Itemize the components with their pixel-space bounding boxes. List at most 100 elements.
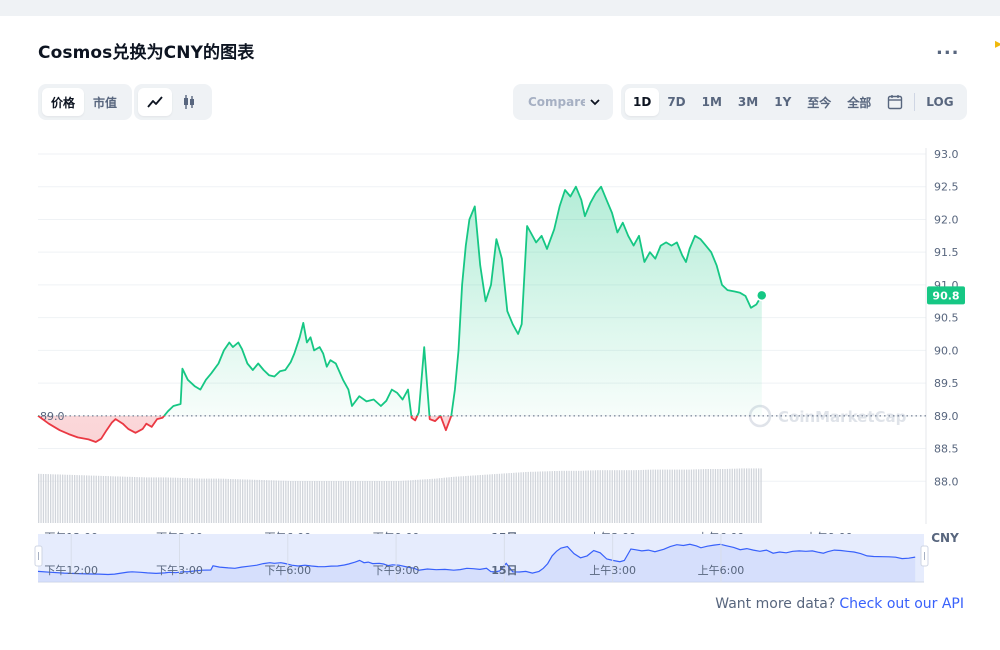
volume-bar [393, 481, 395, 523]
volume-bar [462, 476, 465, 523]
volume-bar [249, 479, 251, 523]
volume-bar [213, 478, 215, 523]
volume-bar [64, 474, 66, 523]
y-tick-label: 92.0 [934, 213, 959, 226]
volume-bar [551, 471, 553, 523]
page-title: Cosmos兑换为CNY的图表 [38, 43, 255, 63]
line-chart-icon [147, 96, 163, 108]
volume-bar [695, 469, 697, 523]
volume-bar [513, 472, 515, 523]
volume-bar [47, 474, 49, 523]
range-all[interactable]: 全部 [839, 88, 879, 116]
volume-bar [736, 468, 738, 523]
volume-bar [378, 481, 381, 523]
range-navigator[interactable]: 下午12:00 下午3:00 下午6:00 下午9:00 15日 上午3:00 上午6:00 [0, 532, 1000, 586]
volume-bar [174, 477, 177, 523]
volume-bar [522, 472, 525, 523]
volume-bar [354, 481, 357, 523]
volume-bar [621, 470, 623, 523]
range-ytd[interactable]: 至今 [799, 88, 839, 116]
volume-bar [458, 476, 460, 523]
volume-bar [657, 469, 659, 523]
range-1d[interactable]: 1D [625, 88, 660, 116]
current-price-dot [756, 289, 768, 302]
volume-bar [242, 479, 244, 523]
volume-bar [546, 471, 549, 523]
volume-bar [244, 479, 246, 523]
volume-bar [208, 478, 210, 523]
volume-bar [117, 476, 119, 523]
volume-bar [482, 474, 484, 523]
volume-bar [438, 478, 441, 523]
volume-bar [266, 480, 268, 523]
volume-bar [107, 476, 109, 523]
chevron-down-icon [590, 99, 600, 106]
volume-bar [172, 477, 174, 523]
volume-bar [52, 474, 54, 523]
volume-bar [573, 470, 575, 523]
volume-bar [510, 473, 513, 523]
volume-bar [525, 472, 527, 523]
y-tick-label: 90.0 [934, 344, 959, 357]
volume-bar [407, 480, 409, 523]
y-tick-label: 88.5 [934, 443, 959, 456]
y-tick-label: 92.5 [934, 181, 959, 194]
range-7d[interactable]: 7D [659, 88, 693, 116]
price-chart[interactable]: 93.092.592.091.591.090.590.089.589.088.5… [0, 134, 1000, 552]
volume-bar [90, 475, 93, 523]
volume-bar [638, 470, 640, 523]
volume-bar [441, 478, 443, 523]
volume-bar [705, 469, 707, 523]
tab-price[interactable]: 价格 [42, 88, 85, 116]
volume-bar [460, 476, 462, 523]
volume-bar [134, 477, 136, 523]
log-scale-toggle[interactable]: LOG [918, 88, 961, 116]
volume-bar [258, 479, 261, 523]
candlestick-button[interactable] [172, 88, 206, 116]
volume-bar [88, 475, 90, 523]
volume-bar [520, 472, 522, 523]
volume-bar [479, 475, 481, 523]
range-3m[interactable]: 3M [730, 88, 766, 116]
volume-bar [345, 481, 347, 523]
volume-bar [501, 473, 503, 523]
volume-bar [50, 474, 52, 523]
compare-dropdown[interactable]: Compare with [513, 84, 613, 120]
volume-bar [477, 475, 479, 523]
range-1m[interactable]: 1M [694, 88, 730, 116]
volume-bar [554, 471, 556, 523]
volume-bar [611, 470, 613, 523]
volume-bar [395, 481, 397, 523]
more-options-button[interactable]: ... [936, 38, 960, 59]
line-chart-button[interactable] [138, 88, 172, 116]
volume-bar [422, 479, 424, 523]
volume-bar [542, 471, 544, 523]
area-fill-up [38, 186, 762, 416]
api-promo-text: Want more data? [715, 596, 836, 612]
volume-bar [42, 474, 45, 523]
volume-bar [304, 481, 306, 523]
volume-bar [537, 471, 539, 523]
volume-bar [210, 478, 213, 523]
tab-market-cap[interactable]: 市值 [84, 88, 126, 116]
volume-bar [129, 476, 131, 523]
navigator-tick-label: 下午3:00 [156, 564, 203, 577]
volume-bar [498, 473, 501, 523]
volume-bar [316, 481, 318, 523]
navigator-tick-label: 15日 [491, 564, 517, 577]
volume-bar [681, 469, 683, 523]
volume-bar [650, 469, 652, 523]
volume-bar [62, 474, 64, 523]
api-link[interactable]: Check out our API [839, 596, 964, 612]
volume-bar [270, 480, 273, 523]
volume-bar [124, 476, 126, 523]
range-1y[interactable]: 1Y [766, 88, 799, 116]
calendar-button[interactable] [879, 88, 911, 116]
volume-bar [299, 481, 301, 523]
volume-bar [414, 479, 417, 523]
volume-bar [729, 468, 731, 523]
y-tick-label: 89.0 [934, 410, 959, 423]
volume-bar [155, 477, 157, 523]
volume-bar [362, 481, 364, 523]
volume-bar [443, 477, 445, 523]
